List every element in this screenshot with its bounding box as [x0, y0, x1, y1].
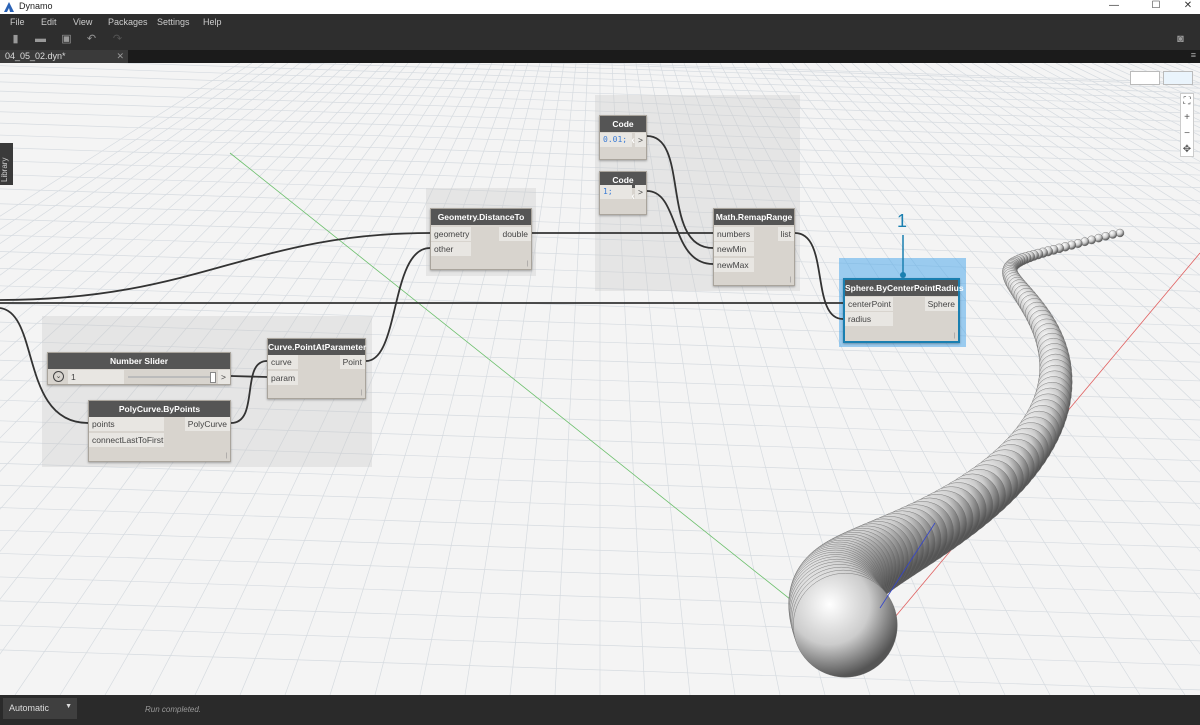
input-port-newmax[interactable]: newMax [714, 258, 754, 272]
resize-grip: | [789, 277, 791, 283]
redo-icon[interactable]: ↷ [112, 34, 123, 45]
geometry-view-button[interactable] [1130, 71, 1160, 85]
node-curve-pointatparameter[interactable]: Curve.PointAtParameter curve param Point… [267, 338, 366, 399]
resize-grip: | [225, 453, 227, 459]
zoom-fit-button[interactable]: ⛶ [1181, 94, 1193, 110]
node-title: Curve.PointAtParameter [268, 339, 366, 355]
tab-close-icon[interactable]: ✕ [116, 51, 124, 62]
output-port-point[interactable]: Point [339, 355, 365, 369]
callout-number: 1 [897, 211, 908, 231]
window-title: Dynamo [19, 1, 53, 11]
pan-button[interactable]: ✥ [1181, 142, 1193, 158]
node-title: Number Slider [48, 353, 230, 369]
node-title: Sphere.ByCenterPointRadius [845, 280, 964, 296]
run-status: Run completed. [145, 705, 202, 714]
input-port-radius[interactable]: radius [845, 312, 893, 326]
zoom-in-button[interactable]: + [1181, 110, 1193, 126]
node-title: Math.RemapRange [714, 209, 794, 225]
node-title: Geometry.DistanceTo [431, 209, 531, 225]
wire-newmax[interactable] [646, 190, 714, 265]
dynamo-logo-icon [4, 2, 14, 12]
output-port-list[interactable]: list [777, 227, 794, 241]
close-window-button[interactable]: ✕ [1178, 0, 1198, 11]
camera-icon[interactable]: ◙ [1175, 34, 1186, 45]
input-port-curve[interactable]: curve [268, 355, 298, 369]
resize-grip: | [953, 333, 955, 339]
input-port-centerpoint[interactable]: centerPoint [845, 297, 893, 311]
slider-track[interactable] [128, 376, 216, 378]
menu-edit[interactable]: Edit [41, 17, 57, 27]
title-bar: Dynamo — ☐ ✕ [0, 0, 1200, 14]
output-port[interactable]: > [635, 185, 646, 199]
menu-file[interactable]: File [10, 17, 25, 27]
zoom-controls: ⛶ + − ✥ [1180, 93, 1194, 157]
node-sphere-bycenterpointradius[interactable]: Sphere.ByCenterPointRadius centerPoint r… [843, 278, 964, 343]
node-polycurve-bypoints[interactable]: PolyCurve.ByPoints points connectLastToF… [88, 400, 231, 462]
resize-grip: | [526, 261, 528, 267]
node-code-block-2[interactable]: Code Block 1; > [599, 171, 647, 215]
input-port-points[interactable]: points [89, 417, 164, 431]
code-input[interactable]: 1; [600, 185, 632, 199]
wire-geometry[interactable] [0, 232, 431, 301]
input-port-param[interactable]: param [268, 371, 298, 385]
node-title: Code Block [600, 116, 646, 145]
tab-label: 04_05_02.dyn* [5, 51, 66, 61]
toolbar: ▮ ▬ ▣ ↶ ↷ ◙ [0, 30, 1200, 50]
wire-curve[interactable] [230, 360, 268, 424]
input-port-connectlasttofirst[interactable]: connectLastToFirst [89, 433, 164, 447]
new-file-icon[interactable]: ▮ [10, 34, 21, 45]
workspace-canvas[interactable]: Library 1 Geometry.DistanceTo geometry o… [0, 63, 1200, 695]
zoom-out-button[interactable]: − [1181, 126, 1193, 142]
tab-file[interactable]: 04_05_02.dyn* ✕ [0, 50, 128, 63]
chevron-down-icon: ▼ [65, 703, 72, 710]
menu-settings[interactable]: Settings [157, 17, 190, 27]
menu-view[interactable]: View [73, 17, 92, 27]
node-geometry-distanceto[interactable]: Geometry.DistanceTo geometry other doubl… [430, 208, 532, 270]
output-port-sphere[interactable]: Sphere [924, 297, 958, 311]
menu-help[interactable]: Help [203, 17, 222, 27]
wire-other[interactable] [365, 247, 431, 362]
menu-packages[interactable]: Packages [108, 17, 148, 27]
status-bar: Automatic ▼ Run completed. [0, 695, 1200, 725]
input-port-other[interactable]: other [431, 242, 471, 256]
output-port-polycurve[interactable]: PolyCurve [184, 417, 230, 431]
tab-strip: 04_05_02.dyn* ✕ ≡ [0, 50, 1200, 63]
slider-value[interactable]: 1 [68, 370, 124, 384]
graph-view-button[interactable] [1163, 71, 1193, 85]
input-port-numbers[interactable]: numbers [714, 227, 754, 241]
save-icon[interactable]: ▣ [61, 34, 72, 45]
slider-thumb[interactable] [210, 372, 216, 383]
open-file-icon[interactable]: ▬ [35, 34, 46, 45]
node-math-remaprange[interactable]: Math.RemapRange numbers newMin newMax li… [713, 208, 795, 286]
undo-icon[interactable]: ↶ [86, 34, 97, 45]
output-port[interactable]: > [218, 370, 230, 384]
output-port-double[interactable]: double [499, 227, 531, 241]
maximize-button[interactable]: ☐ [1146, 0, 1166, 11]
minimize-button[interactable]: — [1104, 0, 1124, 11]
wire-param[interactable] [230, 375, 268, 378]
node-number-slider[interactable]: Number Slider ⌄ 1 > [47, 352, 231, 385]
node-title: PolyCurve.ByPoints [89, 401, 230, 417]
input-port-newmin[interactable]: newMin [714, 242, 754, 256]
expand-chevron-icon[interactable]: ⌄ [53, 371, 64, 382]
wire-radius[interactable] [794, 232, 844, 320]
run-mode-dropdown[interactable]: Automatic ▼ [3, 698, 77, 719]
code-input[interactable]: 0.01; [600, 133, 632, 147]
resize-grip: | [360, 390, 362, 396]
wire-newmin[interactable] [646, 135, 714, 249]
output-port[interactable]: > [635, 133, 646, 147]
node-code-block-1[interactable]: Code Block 0.01; > [599, 115, 647, 160]
run-mode-label: Automatic [9, 703, 50, 713]
input-port-geometry[interactable]: geometry [431, 227, 471, 241]
tab-menu-icon[interactable]: ≡ [1191, 50, 1196, 60]
menu-bar: File Edit View Packages Settings Help [0, 14, 1200, 30]
